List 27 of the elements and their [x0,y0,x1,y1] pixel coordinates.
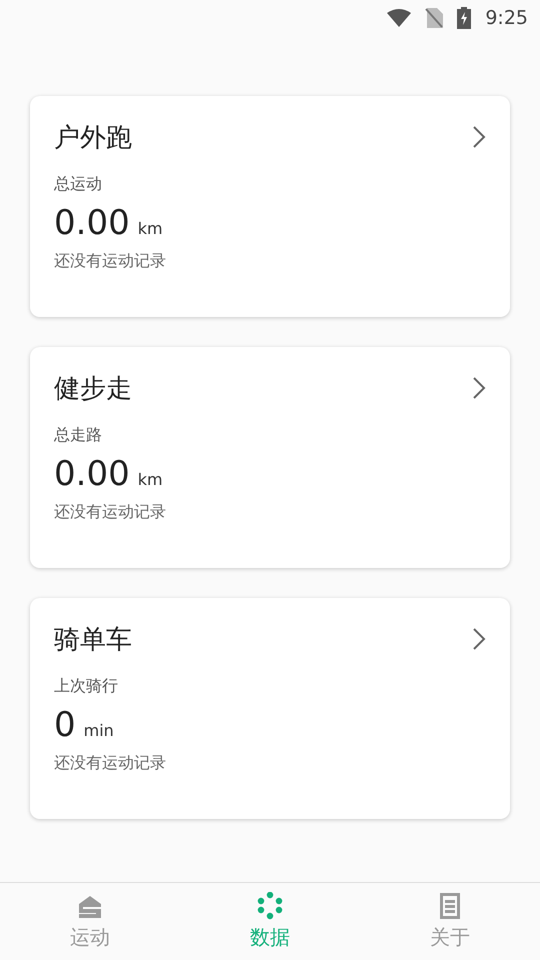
metric-unit: km [138,470,163,489]
metric-label: 总运动 [54,174,103,195]
empty-note: 还没有运动记录 [54,502,167,523]
metric-label: 总走路 [54,425,103,446]
empty-note: 还没有运动记录 [54,251,167,272]
card-title: 户外跑 [54,122,132,154]
no-sim-icon [425,8,444,28]
chevron-right-icon [472,627,486,651]
activity-card[interactable]: 户外跑 总运动 0.00 km 还没有运动记录 [30,96,510,317]
activity-card[interactable]: 健步走 总走路 0.00 km 还没有运动记录 [30,347,510,568]
metric-unit: min [84,721,114,740]
metric-value: 0.00 [54,203,130,243]
status-time: 9:25 [485,7,528,29]
document-icon [437,892,463,920]
chevron-right-icon [472,125,486,149]
metric-unit: km [138,219,163,238]
metric-label: 上次骑行 [54,676,119,697]
empty-note: 还没有运动记录 [54,753,167,774]
battery-charging-icon [457,7,472,29]
card-title: 健步走 [54,372,132,406]
activity-card[interactable]: 骑单车 上次骑行 0 min 还没有运动记录 [30,598,510,819]
chevron-right-icon [472,376,486,400]
wifi-icon [387,9,412,27]
card-title: 骑单车 [54,624,132,656]
dots-icon [256,892,284,920]
metric-value: 0.00 [54,454,130,494]
metric-value: 0 [54,705,76,745]
